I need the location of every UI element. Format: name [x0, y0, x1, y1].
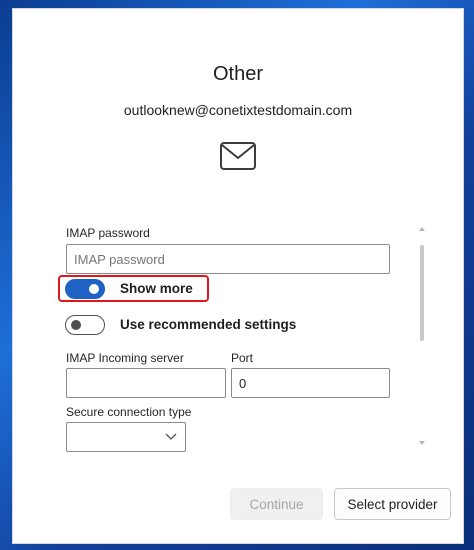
scroll-down-arrow-icon[interactable] [418, 439, 426, 447]
port-label: Port [231, 351, 254, 365]
scroll-up-arrow-icon[interactable] [418, 225, 426, 233]
incoming-server-field[interactable] [66, 368, 226, 398]
imap-password-field[interactable] [66, 244, 390, 274]
secure-connection-label: Secure connection type [66, 405, 192, 419]
chevron-down-icon [165, 433, 177, 440]
imap-password-label: IMAP password [66, 226, 150, 240]
scrollbar-thumb[interactable] [420, 245, 424, 341]
port-field[interactable] [231, 368, 390, 398]
show-more-label: Show more [120, 281, 193, 296]
select-provider-button[interactable]: Select provider [334, 488, 451, 520]
toggle-knob [89, 284, 99, 294]
show-more-toggle[interactable] [65, 279, 105, 299]
continue-button[interactable]: Continue [230, 488, 323, 520]
secure-connection-select[interactable] [66, 422, 186, 452]
dialog-title: Other [212, 63, 264, 85]
incoming-server-label: IMAP Incoming server [66, 351, 184, 365]
add-account-dialog: Other outlooknew@conetixtestdomain.com I… [12, 8, 464, 544]
recommended-settings-toggle[interactable] [65, 315, 105, 335]
mail-icon [220, 142, 256, 170]
recommended-settings-label: Use recommended settings [120, 317, 297, 332]
toggle-knob [71, 320, 81, 330]
account-email: outlooknew@conetixtestdomain.com [123, 102, 353, 118]
